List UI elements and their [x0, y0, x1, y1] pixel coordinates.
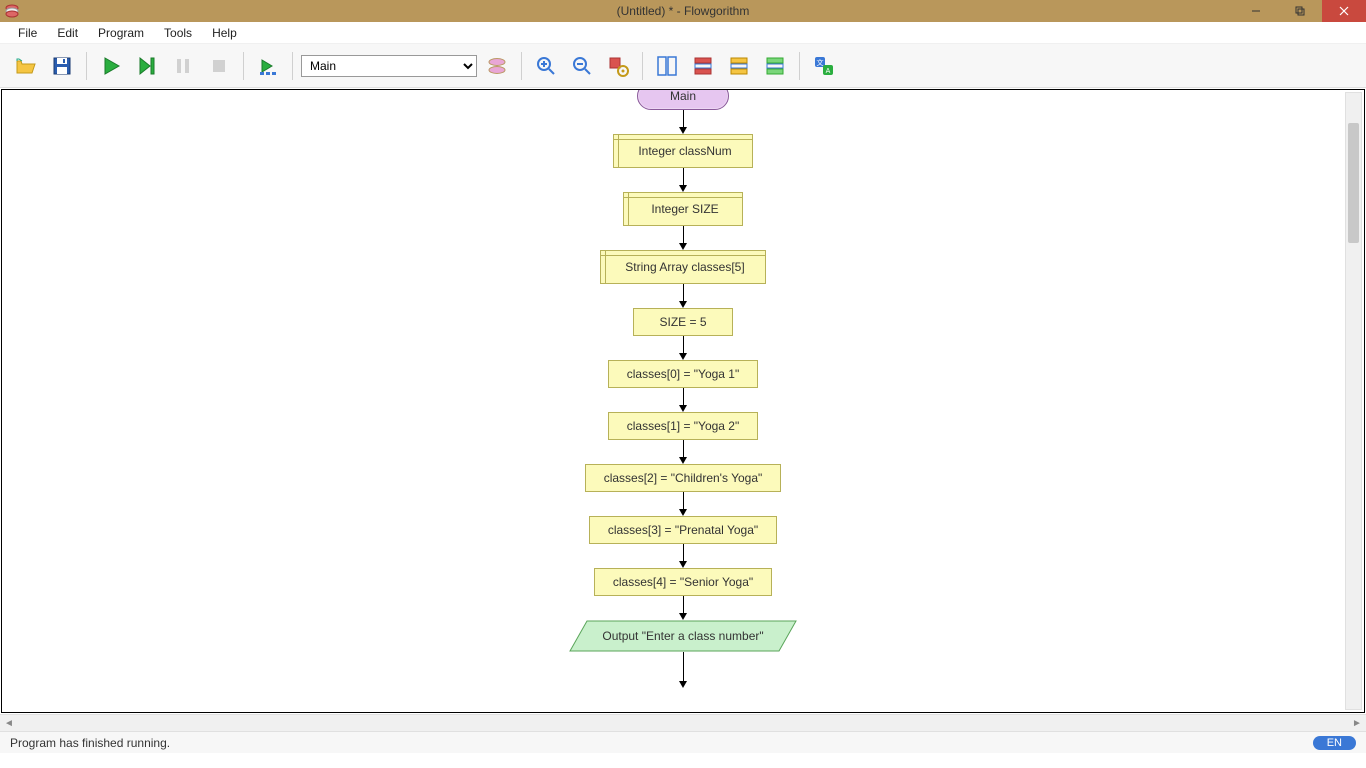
style-sdl-button[interactable]	[759, 50, 791, 82]
style-gaddis-button[interactable]	[687, 50, 719, 82]
stop-button	[203, 50, 235, 82]
flow-arrow	[679, 388, 687, 412]
pause-button	[167, 50, 199, 82]
app-icon	[2, 1, 22, 21]
settings-button[interactable]	[602, 50, 634, 82]
run-button[interactable]	[95, 50, 127, 82]
titlebar: (Untitled) * - Flowgorithm	[0, 0, 1366, 22]
flow-arrow	[679, 226, 687, 250]
open-button[interactable]	[10, 50, 42, 82]
assign-node[interactable]: classes[4] = "Senior Yoga"	[594, 568, 772, 596]
layout-button[interactable]	[252, 50, 284, 82]
zoom-out-button[interactable]	[566, 50, 598, 82]
declare-node[interactable]: Integer classNum	[613, 134, 752, 168]
menu-file[interactable]: File	[8, 24, 47, 42]
step-button[interactable]	[131, 50, 163, 82]
function-select[interactable]: Main	[301, 55, 477, 77]
toolbar: Main 文A	[0, 44, 1366, 88]
flow-arrow	[679, 596, 687, 620]
assign-node[interactable]: classes[1] = "Yoga 2"	[608, 412, 758, 440]
flow-arrow	[679, 168, 687, 192]
flowchart-canvas[interactable]: Main Integer classNum Integer SIZE String A…	[1, 89, 1365, 713]
status-text: Program has finished running.	[10, 736, 170, 750]
flow-arrow	[679, 544, 687, 568]
vertical-scrollbar[interactable]	[1345, 92, 1362, 710]
menu-edit[interactable]: Edit	[47, 24, 88, 42]
declare-node[interactable]: Integer SIZE	[623, 192, 743, 226]
close-button[interactable]	[1322, 0, 1366, 22]
maximize-button[interactable]	[1278, 0, 1322, 22]
svg-text:A: A	[826, 68, 831, 75]
declare-node[interactable]: String Array classes[5]	[600, 250, 765, 284]
menu-program[interactable]: Program	[88, 24, 154, 42]
menu-help[interactable]: Help	[202, 24, 247, 42]
minimize-button[interactable]	[1234, 0, 1278, 22]
save-button[interactable]	[46, 50, 78, 82]
translate-button[interactable]: 文A	[808, 50, 840, 82]
assign-node[interactable]: classes[3] = "Prenatal Yoga"	[589, 516, 777, 544]
assign-node[interactable]: classes[2] = "Children's Yoga"	[585, 464, 782, 492]
scroll-right-icon[interactable]: ►	[1350, 716, 1364, 730]
menubar: File Edit Program Tools Help	[0, 22, 1366, 44]
flow-arrow	[679, 652, 687, 688]
language-pill[interactable]: EN	[1313, 736, 1356, 750]
style-ibm-button[interactable]	[723, 50, 755, 82]
statusbar: Program has finished running. EN	[0, 731, 1366, 753]
scroll-left-icon[interactable]: ◄	[2, 716, 16, 730]
style-classic-button[interactable]	[651, 50, 683, 82]
horizontal-scrollbar[interactable]: ◄ ►	[0, 714, 1366, 731]
flow-arrow	[679, 284, 687, 308]
flow-arrow	[679, 440, 687, 464]
flow-arrow	[679, 492, 687, 516]
scrollbar-thumb[interactable]	[1348, 123, 1359, 243]
zoom-in-button[interactable]	[530, 50, 562, 82]
terminal-start[interactable]: Main	[637, 89, 729, 110]
assign-node[interactable]: classes[0] = "Yoga 1"	[608, 360, 758, 388]
add-function-button[interactable]	[481, 50, 513, 82]
window-title: (Untitled) * - Flowgorithm	[617, 4, 750, 18]
flow-arrow	[679, 110, 687, 134]
assign-node[interactable]: SIZE = 5	[633, 308, 733, 336]
output-node[interactable]: Output "Enter a class number"	[569, 620, 797, 652]
menu-tools[interactable]: Tools	[154, 24, 202, 42]
svg-text:文: 文	[817, 58, 824, 67]
flow-arrow	[679, 336, 687, 360]
